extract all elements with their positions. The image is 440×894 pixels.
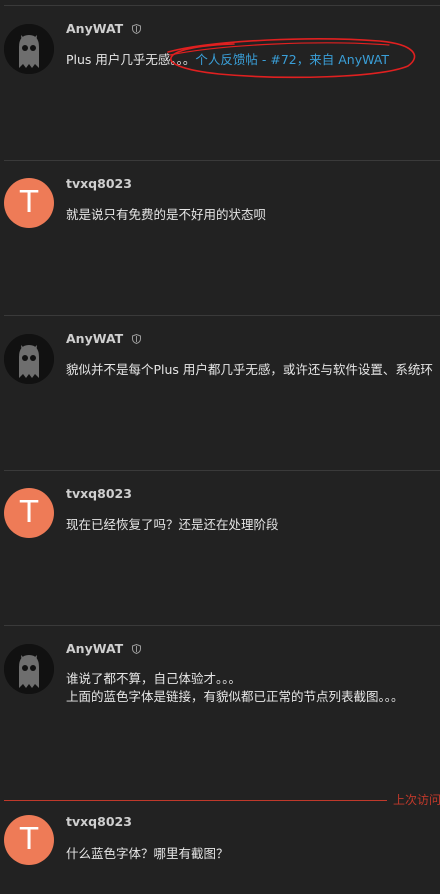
post-username[interactable]: AnyWAT — [66, 641, 141, 657]
last-visit-line — [4, 800, 387, 801]
post-divider — [4, 160, 440, 161]
post-body: 现在已经恢复了吗？还是还在处理阶段 — [66, 516, 279, 534]
topic-stream: AnyWAT Plus 用户几乎无感。。。个人反馈帖 - #72，来自 AnyW… — [0, 0, 440, 894]
post-username[interactable]: tvxq8023 — [66, 176, 132, 192]
post-divider — [4, 5, 440, 6]
post-body: 什么蓝色字体？哪里有截图？ — [66, 845, 229, 863]
ghost-icon — [4, 644, 54, 694]
avatar-letter: T — [19, 495, 39, 530]
avatar-letter: T — [19, 185, 39, 220]
post-body: 谁说了都不算，自己体验才。。。 上面的蓝色字体是链接，有貌似都已正常的节点列表截… — [66, 670, 404, 706]
moderator-shield-icon — [131, 334, 141, 344]
ghost-icon — [4, 24, 54, 74]
username-text[interactable]: AnyWAT — [66, 331, 123, 346]
ghost-avatar[interactable] — [4, 644, 54, 694]
post-divider — [4, 470, 440, 471]
letter-avatar[interactable]: T — [4, 488, 54, 538]
ghost-avatar[interactable] — [4, 334, 54, 384]
post-body: 貌似并不是每个Plus 用户都几乎无感，或许还与软件设置、系统环 — [66, 361, 433, 379]
post-text-line: 谁说了都不算，自己体验才。。。 — [66, 671, 242, 686]
feedback-post-link[interactable]: 个人反馈帖 - #72，来自 AnyWAT — [195, 52, 389, 67]
post-divider — [4, 625, 440, 626]
post-username[interactable]: tvxq8023 — [66, 814, 132, 830]
post-text-line: 就是说只有免费的是不好用的状态呗 — [66, 207, 267, 222]
post-text-line: 上面的蓝色字体是链接，有貌似都已正常的节点列表截图。。。 — [66, 689, 404, 704]
moderator-shield-icon — [131, 644, 141, 654]
letter-avatar[interactable]: T — [4, 815, 54, 865]
username-text[interactable]: AnyWAT — [66, 641, 123, 656]
last-visit-label: 上次访问 — [393, 793, 440, 807]
post-username[interactable]: tvxq8023 — [66, 486, 132, 502]
post-text-line: 现在已经恢复了吗？还是还在处理阶段 — [66, 517, 279, 532]
post-username[interactable]: AnyWAT — [66, 331, 141, 347]
username-text[interactable]: AnyWAT — [66, 21, 123, 36]
post-text-line: Plus 用户几乎无感。。。 — [66, 52, 196, 67]
username-text[interactable]: tvxq8023 — [66, 176, 132, 191]
letter-avatar[interactable]: T — [4, 178, 54, 228]
post-body: Plus 用户几乎无感。。。个人反馈帖 - #72，来自 AnyWAT — [66, 51, 389, 69]
post-body: 就是说只有免费的是不好用的状态呗 — [66, 206, 266, 224]
avatar-letter: T — [19, 822, 39, 857]
post-username[interactable]: AnyWAT — [66, 21, 141, 37]
post-text-line: 什么蓝色字体？哪里有截图？ — [66, 846, 229, 861]
moderator-shield-icon — [131, 24, 141, 34]
ghost-icon — [4, 334, 54, 384]
ghost-avatar[interactable] — [4, 24, 54, 74]
post-text-line: 貌似并不是每个Plus 用户都几乎无感，或许还与软件设置、系统环 — [66, 362, 433, 377]
post-divider — [4, 315, 440, 316]
username-text[interactable]: tvxq8023 — [66, 486, 132, 501]
username-text[interactable]: tvxq8023 — [66, 814, 132, 829]
